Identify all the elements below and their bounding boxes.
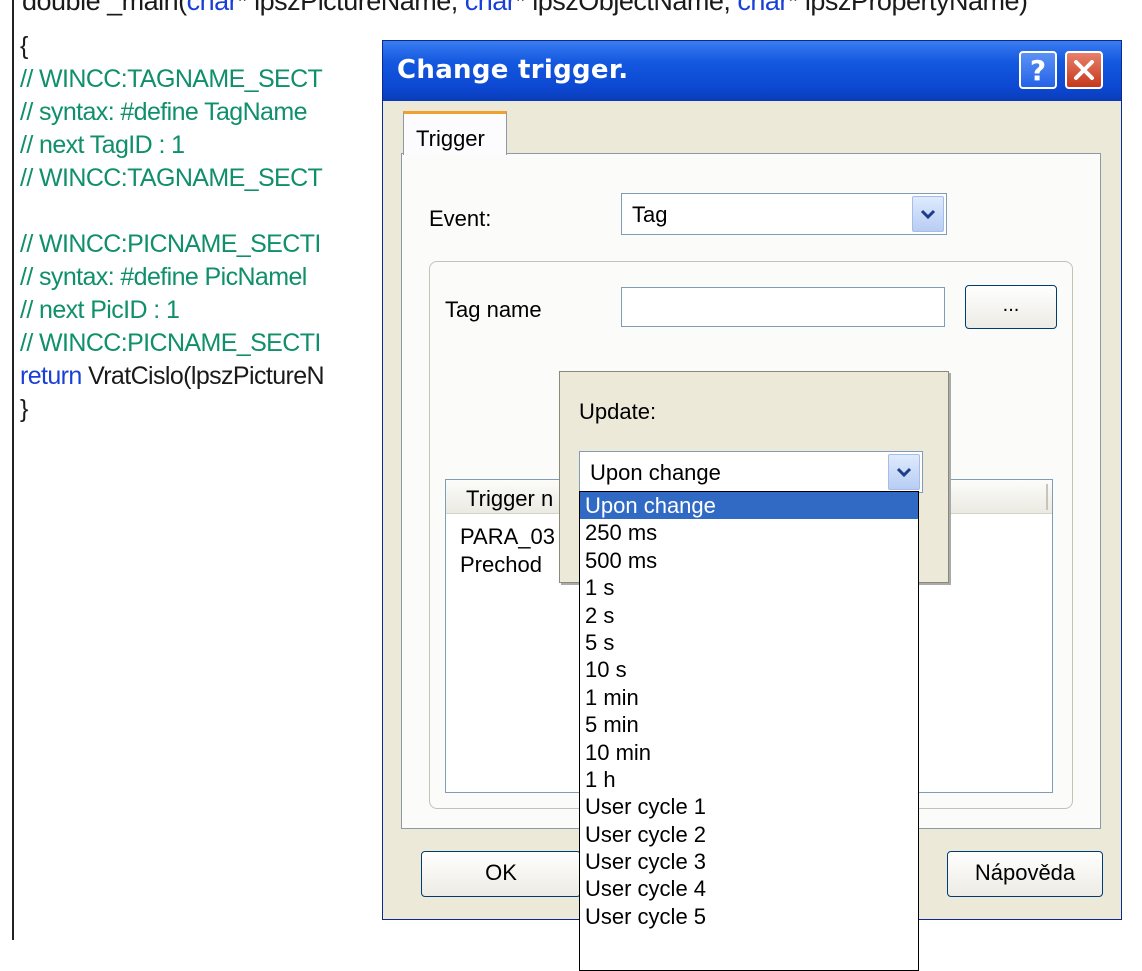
option-user-cycle-4[interactable]: User cycle 4	[580, 875, 918, 902]
code-comment-line: // WINCC:PICNAME_SECTI	[20, 329, 321, 357]
event-label: Event:	[429, 206, 492, 231]
code-line: {	[20, 32, 28, 60]
code-lines: { // WINCC:TAGNAME_SECT // syntax: #defi…	[20, 30, 325, 426]
dialog-title: Change trigger.	[397, 55, 629, 85]
help-button[interactable]: Nápověda	[947, 851, 1103, 897]
return-keyword: return	[20, 362, 82, 390]
browse-tag-button[interactable]: ...	[965, 285, 1057, 329]
change-trigger-dialog: Change trigger. ? Trigger Event: Tag Tag…	[382, 40, 1122, 971]
update-label: Update:	[579, 399, 657, 424]
option-upon-change[interactable]: Upon change	[580, 492, 918, 520]
option-5-min[interactable]: 5 min	[580, 711, 918, 738]
code-blank-line	[20, 195, 324, 228]
option-10-s[interactable]: 10 s	[580, 656, 918, 683]
option-1-h[interactable]: 1 h	[580, 766, 918, 793]
tab-trigger[interactable]: Trigger	[403, 111, 507, 155]
code-comment-line: // WINCC:TAGNAME_SECT	[20, 65, 323, 93]
code-comment-line: // WINCC:PICNAME_SECTI	[20, 230, 321, 258]
option-user-cycle-3[interactable]: User cycle 3	[580, 848, 918, 875]
ok-button[interactable]: OK	[421, 851, 581, 897]
tagname-input[interactable]	[621, 287, 945, 327]
code-comment-line: // syntax: #define PicNamel	[20, 263, 307, 291]
option-user-cycle-1[interactable]: User cycle 1	[580, 793, 918, 820]
option-2-s[interactable]: 2 s	[580, 602, 918, 629]
function-signature-line: double _main(char* lpszPictureName, char…	[22, 0, 1028, 16]
event-select-value: Tag	[632, 202, 668, 227]
return-expression: VratCislo(lpszPictureN	[81, 362, 325, 390]
event-dropdown-button[interactable]	[912, 196, 944, 232]
title-help-button[interactable]: ?	[1019, 51, 1057, 89]
update-select-value: Upon change	[590, 460, 721, 485]
update-select[interactable]: Upon change	[579, 451, 923, 493]
option-10-min[interactable]: 10 min	[580, 739, 918, 766]
code-return-line: return VratCislo(lpszPictureN	[20, 360, 325, 393]
option-1-min[interactable]: 1 min	[580, 684, 918, 711]
option-user-cycle-5[interactable]: User cycle 5	[580, 903, 918, 930]
column-separator[interactable]	[1046, 484, 1048, 510]
option-500-ms[interactable]: 500 ms	[580, 547, 918, 574]
close-icon	[1074, 60, 1094, 80]
option-250-ms[interactable]: 250 ms	[580, 519, 918, 546]
code-comment-line: // next TagID : 1	[20, 131, 185, 159]
code-comment-line: // next PicID : 1	[20, 296, 180, 324]
code-comment-line: // syntax: #define TagName	[20, 98, 307, 126]
question-icon: ?	[1029, 53, 1047, 87]
event-select[interactable]: Tag	[621, 193, 947, 235]
option-user-cycle-2[interactable]: User cycle 2	[580, 821, 918, 848]
code-comment-line: // WINCC:TAGNAME_SECT	[20, 164, 323, 192]
code-line: }	[20, 395, 28, 423]
close-button[interactable]	[1065, 51, 1103, 89]
list-item[interactable]: Prechod	[460, 552, 542, 578]
dialog-title-bar[interactable]: Change trigger. ?	[383, 41, 1121, 101]
chevron-down-icon	[896, 467, 912, 478]
option-1-s[interactable]: 1 s	[580, 574, 918, 601]
update-dropdown-button[interactable]	[888, 454, 920, 490]
update-options-dropdown[interactable]: Upon change 250 ms 500 ms 1 s 2 s 5 s 10…	[579, 491, 919, 971]
list-item[interactable]: PARA_03	[460, 524, 555, 550]
option-5-s[interactable]: 5 s	[580, 629, 918, 656]
trigger-name-column-header[interactable]: Trigger n	[466, 486, 553, 512]
tagname-label: Tag name	[445, 297, 542, 322]
chevron-down-icon	[920, 209, 936, 220]
editor-margin-line	[12, 0, 14, 940]
